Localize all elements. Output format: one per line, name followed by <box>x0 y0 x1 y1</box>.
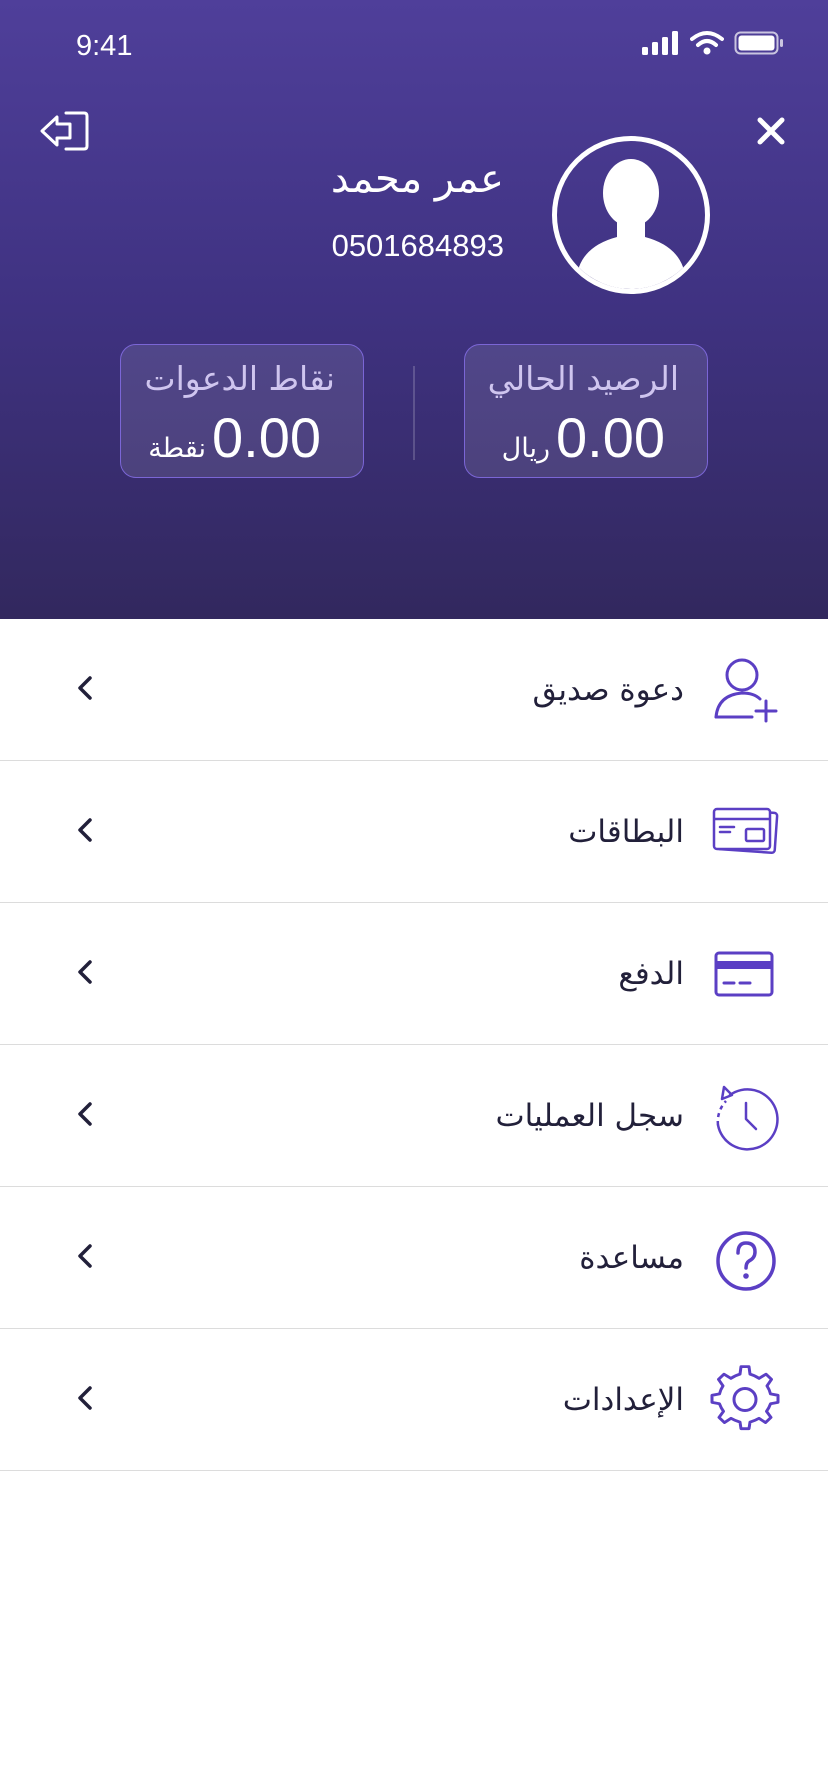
chevron-left-icon <box>78 1244 92 1268</box>
menu-item-label: دعوة صديق <box>532 671 685 708</box>
profile-header: 9:41 عمر محمد 0501684893 الرصيد الحالي 0… <box>0 0 828 619</box>
points-value: 0.00 <box>212 406 321 469</box>
menu-item-label: سجل العمليات <box>495 1097 685 1134</box>
add-user-icon <box>714 658 778 723</box>
menu-item-label: الإعدادات <box>562 1381 684 1418</box>
logout-icon <box>40 111 89 151</box>
stats-divider <box>413 366 415 460</box>
logout-button[interactable] <box>40 108 90 154</box>
cards-icon <box>712 807 779 855</box>
menu-item-cards[interactable]: البطاقات <box>0 761 828 903</box>
balance-value: 0.00 <box>556 406 665 469</box>
balance-label: الرصيد الحالي <box>487 359 679 398</box>
menu-item-help[interactable]: مساعدة <box>0 1187 828 1329</box>
status-time: 9:41 <box>76 30 133 62</box>
credit-card-icon <box>714 951 774 997</box>
signal-icon <box>642 31 678 55</box>
chevron-left-icon <box>78 818 92 842</box>
avatar[interactable] <box>552 136 710 294</box>
user-phone: 0501684893 <box>331 228 504 263</box>
gear-icon <box>710 1365 780 1431</box>
menu-item-payment[interactable]: الدفع <box>0 903 828 1045</box>
chevron-left-icon <box>78 960 92 984</box>
wifi-icon <box>690 31 724 55</box>
chevron-left-icon <box>78 1102 92 1126</box>
menu-list: دعوة صديق البطاقات الدفع سجل العمليات مس… <box>0 619 828 1471</box>
balance-unit: ريال <box>501 433 550 464</box>
menu-item-label: مساعدة <box>579 1239 684 1276</box>
user-name: عمر محمد <box>330 156 504 202</box>
menu-item-label: الدفع <box>618 955 684 992</box>
points-label: نقاط الدعوات <box>144 359 335 398</box>
status-icons <box>642 30 784 56</box>
user-silhouette-icon <box>579 159 683 289</box>
close-button[interactable] <box>750 110 792 152</box>
points-card[interactable]: نقاط الدعوات 0.00 نقطة <box>120 344 364 478</box>
menu-item-label: البطاقات <box>568 813 684 850</box>
balance-card[interactable]: الرصيد الحالي 0.00 ريال <box>464 344 708 478</box>
close-icon <box>757 117 785 145</box>
battery-icon <box>734 31 783 55</box>
history-icon <box>716 1085 779 1151</box>
menu-item-invite-friend[interactable]: دعوة صديق <box>0 619 828 761</box>
chevron-left-icon <box>78 1386 92 1410</box>
help-icon <box>716 1231 776 1291</box>
chevron-left-icon <box>78 676 92 700</box>
points-unit: نقطة <box>148 433 206 464</box>
menu-item-settings[interactable]: الإعدادات <box>0 1329 828 1471</box>
menu-item-transaction-history[interactable]: سجل العمليات <box>0 1045 828 1187</box>
